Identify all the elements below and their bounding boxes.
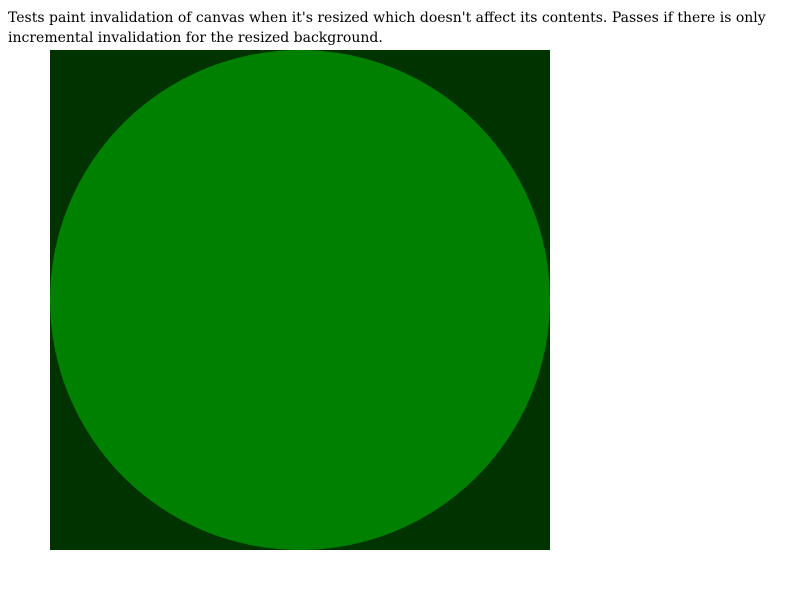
test-description-text: Tests paint invalidation of canvas when …	[8, 10, 766, 46]
test-canvas	[50, 50, 550, 550]
green-circle	[50, 50, 550, 550]
